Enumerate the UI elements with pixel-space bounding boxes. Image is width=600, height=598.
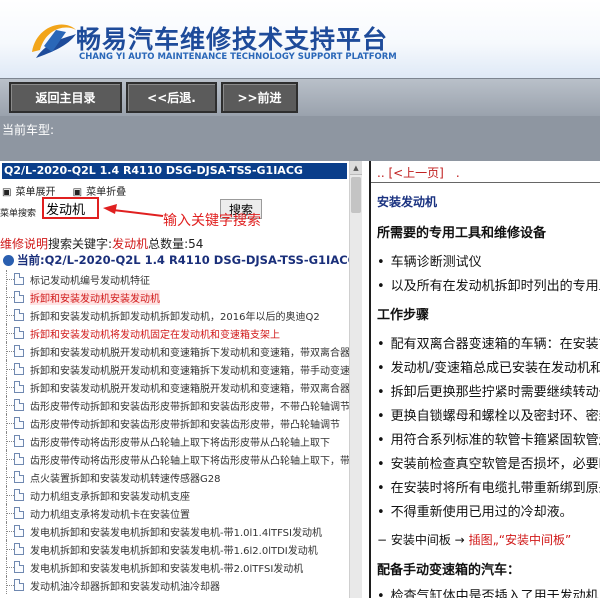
step-item: 安装前检查真空软管是否损坏，必要时更换 bbox=[377, 453, 600, 472]
tree-item[interactable]: 齿形皮带传动将齿形皮带从凸轮轴上取下将齿形皮带从凸轮轴上取下，带凸轮轴调节 bbox=[0, 450, 349, 468]
middle-plate-link[interactable]: 插图„“安装中间板” bbox=[469, 533, 572, 547]
step-item: 发动机/变速箱总成已安装在发动机和变速箱支架上 bbox=[377, 357, 600, 376]
brand-logo-icon bbox=[32, 24, 76, 58]
document-icon bbox=[14, 579, 24, 591]
document-icon bbox=[14, 435, 24, 447]
prev-page-link[interactable]: .. [<上一页] . bbox=[377, 164, 460, 181]
tree-item[interactable]: 发电机拆卸和安装发电机拆卸和安装发电机-带1.6l2.0lTDI发动机 bbox=[0, 540, 349, 558]
tool-item: 以及所有在发动机拆卸时列出的专用工具 bbox=[377, 275, 600, 294]
content-panel: .. [<上一页] . 安装发动机 所需要的专用工具和维修设备 车辆诊断测试仪 … bbox=[369, 161, 600, 598]
document-icon bbox=[14, 399, 24, 411]
summary-count-label: 总数量: bbox=[148, 237, 189, 251]
manual-item: 检查气缸体中是否插入了用于发动机 bbox=[377, 585, 599, 598]
tree-item[interactable]: 发电机拆卸和安装发电机拆卸和安装发电机-带1.0l1.4lTFSI发动机 bbox=[0, 522, 349, 540]
document-icon bbox=[14, 471, 24, 483]
tree-item-selected[interactable]: 拆卸和安装发动机安装发动机 bbox=[0, 288, 349, 306]
document-icon bbox=[14, 453, 24, 465]
document-icon bbox=[14, 489, 24, 501]
result-tree: 标记发动机编号发动机特征 拆卸和安装发动机安装发动机 拆卸和安装发动机拆卸发动机… bbox=[0, 270, 349, 594]
document-icon bbox=[14, 327, 24, 339]
document-icon bbox=[14, 543, 24, 555]
tree-item[interactable]: 拆卸和安装发动机拆卸发动机拆卸发动机，2016年以后的奥迪Q2 bbox=[0, 306, 349, 324]
tree-root[interactable]: 当前:Q2/L-2020-Q2L 1.4 R4110 DSG-DJSA-TSS-… bbox=[3, 252, 357, 268]
document-icon bbox=[14, 507, 24, 519]
tree-item[interactable]: 拆卸和安装发动机脱开发动机和变速箱拆下发动机和变速箱，带手动变速箱 bbox=[0, 360, 349, 378]
summary-mid: 搜索关键字: bbox=[48, 237, 113, 251]
header-banner: 畅易汽车维修技术支持平台 CHANG YI AUTO MAINTENANCE T… bbox=[0, 0, 600, 78]
tree-item[interactable]: 点火装置拆卸和安装发动机转速传感器G28 bbox=[0, 468, 349, 486]
tree-item[interactable]: 标记发动机编号发动机特征 bbox=[0, 270, 349, 288]
document-icon bbox=[14, 363, 24, 375]
document-icon bbox=[14, 345, 24, 357]
step-item: 配有双离合器变速箱的车辆：在安装前检查 bbox=[377, 333, 600, 352]
scroll-up-icon[interactable]: ▲ bbox=[350, 161, 362, 175]
document-icon bbox=[14, 561, 24, 573]
step-item: 在安装时将所有电缆扎带重新绑到原来位置 bbox=[377, 477, 600, 496]
step-item: 用符合系列标准的软管卡箍紧固软管连接 bbox=[377, 429, 600, 448]
middle-plate-prefix: − 安装中间板 → bbox=[377, 533, 465, 547]
search-hint: 输入关键字搜索 bbox=[163, 213, 261, 229]
search-input[interactable] bbox=[42, 197, 99, 219]
left-panel: Q2/L-2020-Q2L 1.4 R4110 DSG-DJSA-TSS-G1I… bbox=[0, 161, 362, 598]
step-item: 更换自锁螺母和螺栓以及密封环、密封件 bbox=[377, 405, 600, 424]
expand-icon: ▣ bbox=[2, 187, 12, 198]
middle-plate-note: − 安装中间板 → 插图„“安装中间板” bbox=[377, 531, 571, 548]
document-icon bbox=[14, 291, 24, 303]
document-icon bbox=[14, 417, 24, 429]
home-button[interactable]: 返回主目录 bbox=[9, 82, 122, 113]
tree-item[interactable]: 拆卸和安装发动机将发动机固定在发动机和变速箱支架上 bbox=[0, 324, 349, 342]
brand-title-en: CHANG YI AUTO MAINTENANCE TECHNOLOGY SUP… bbox=[79, 52, 397, 62]
forward-button[interactable]: >>前进 bbox=[221, 82, 298, 113]
back-button[interactable]: <<后退. bbox=[126, 82, 217, 113]
manual-heading: 配备手动变速箱的汽车： bbox=[377, 563, 521, 578]
tool-item: 车辆诊断测试仪 bbox=[377, 251, 482, 270]
step-item: 拆卸后更换那些拧紧时需要继续转动一定角度的螺栓 bbox=[377, 381, 600, 400]
document-icon bbox=[14, 381, 24, 393]
tree-item[interactable]: 动力机组支承拆卸和安装发动机支座 bbox=[0, 486, 349, 504]
tree-item[interactable]: 拆卸和安装发动机脱开发动机和变速箱拆下发动机和变速箱，带双离合器变速箱 bbox=[0, 342, 349, 360]
tree-item[interactable]: 齿形皮带传动拆卸和安装齿形皮带拆卸和安装齿形皮带，带凸轮轴调节 bbox=[0, 414, 349, 432]
arrow-left-icon bbox=[103, 204, 163, 217]
left-scrollbar[interactable]: ▲ bbox=[349, 161, 362, 598]
document-icon bbox=[14, 309, 24, 321]
vehicle-header: Q2/L-2020-Q2L 1.4 R4110 DSG-DJSA-TSS-G1I… bbox=[2, 163, 347, 179]
scroll-thumb[interactable] bbox=[351, 177, 361, 213]
document-icon bbox=[14, 273, 24, 285]
tree-item[interactable]: 齿形皮带传动将齿形皮带从凸轮轴上取下将齿形皮带从凸轮轴上取下 bbox=[0, 432, 349, 450]
section-title: 安装发动机 bbox=[377, 195, 438, 209]
summary-prefix: 维修说明 bbox=[0, 237, 49, 251]
menu-toggle-row: ▣ 菜单展开 ▣ 菜单折叠 bbox=[2, 183, 130, 198]
search-label: 菜单搜索 bbox=[0, 209, 37, 219]
tree-item[interactable]: 齿形皮带传动拆卸和安装齿形皮带拆卸和安装齿形皮带，不带凸轮轴调节 bbox=[0, 396, 349, 414]
summary-keyword: 发动机 bbox=[112, 237, 149, 251]
steps-heading: 工作步骤 bbox=[377, 308, 430, 323]
current-model-label: 当前车型: bbox=[2, 123, 55, 137]
tree-item[interactable]: 发动机油冷却器拆卸和安装发动机油冷却器 bbox=[0, 576, 349, 594]
current-model-bar: 当前车型: bbox=[0, 116, 600, 161]
tools-heading: 所需要的专用工具和维修设备 bbox=[377, 226, 547, 241]
brand-title-cn: 畅易汽车维修技术支持平台 bbox=[76, 25, 389, 54]
document-icon bbox=[14, 525, 24, 537]
tree-root-icon bbox=[3, 254, 14, 266]
tree-item[interactable]: 动力机组支承将发动机卡在安装位置 bbox=[0, 504, 349, 522]
summary-count: 54 bbox=[188, 237, 204, 251]
step-item: 不得重新使用已用过的冷却液。 bbox=[377, 501, 573, 520]
tree-item[interactable]: 拆卸和安装发动机脱开发动机和变速箱脱开发动机和变速箱，带双离合器变速箱 bbox=[0, 378, 349, 396]
search-summary: 维修说明搜索关键字:发动机总数量:54 bbox=[0, 235, 203, 252]
divider bbox=[371, 182, 600, 183]
tree-item[interactable]: 发电机拆卸和安装发电机拆卸和安装发电机-带2.0lTFSI发动机 bbox=[0, 558, 349, 576]
tree-root-label: 当前:Q2/L-2020-Q2L 1.4 R4110 DSG-DJSA-TSS-… bbox=[17, 253, 358, 267]
nav-bar: 返回主目录 <<后退. >>前进 bbox=[0, 78, 600, 116]
